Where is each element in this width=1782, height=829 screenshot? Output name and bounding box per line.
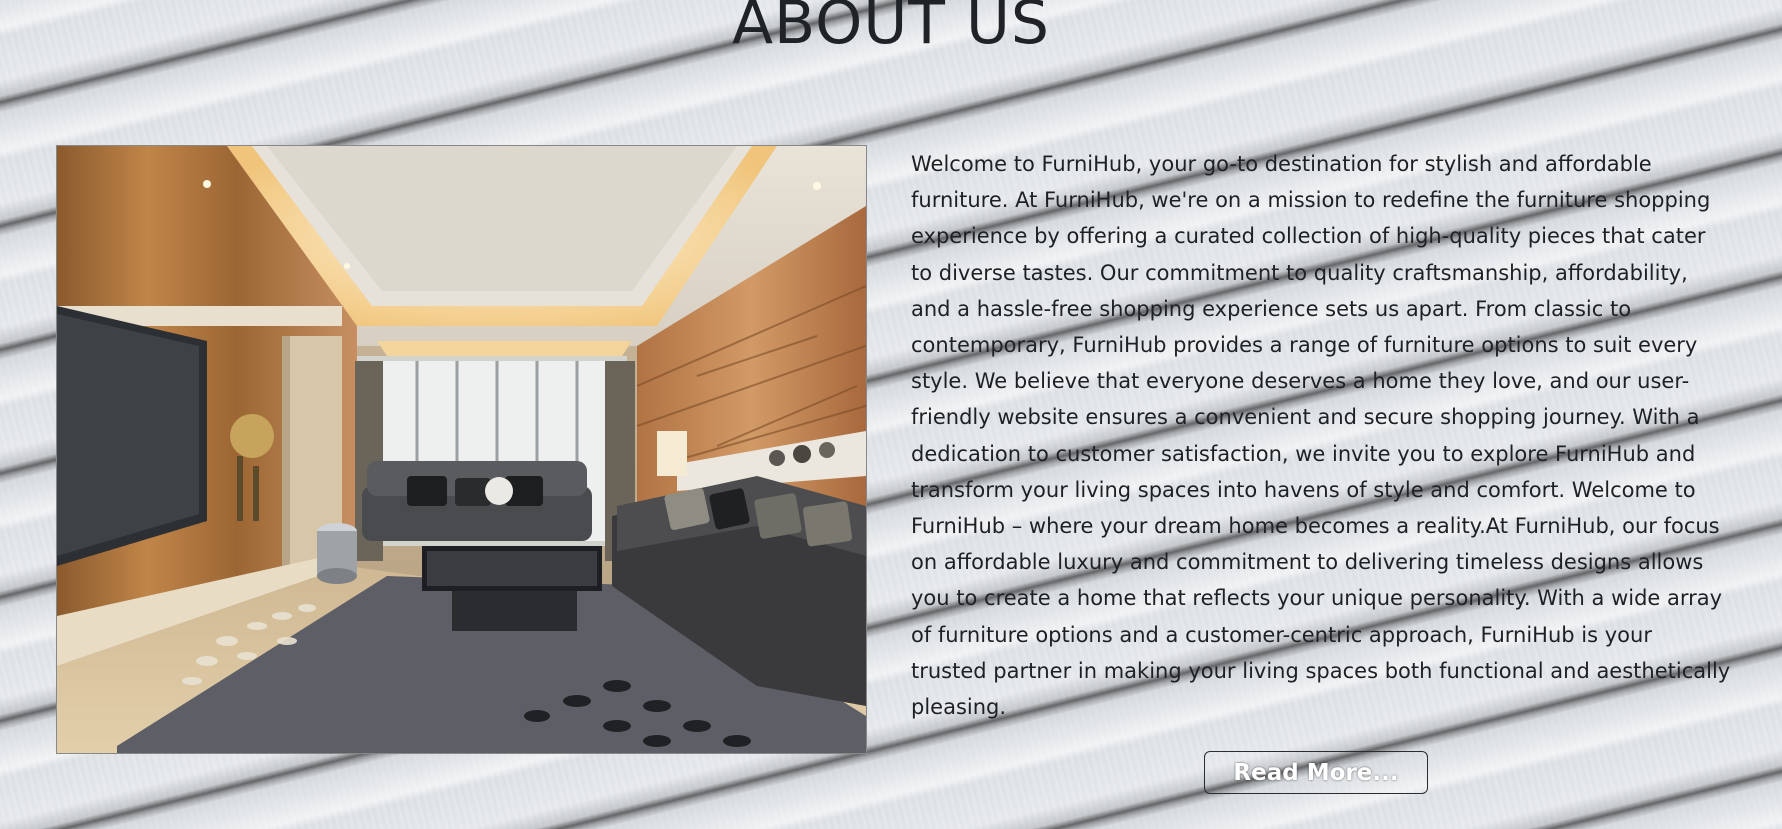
about-paragraph: Welcome to FurniHub, your go-to destinat… [911,152,1731,720]
about-section: ABOUT US Welcome to FurniHub, your go-to… [0,0,1782,829]
section-title: ABOUT US [731,0,1051,58]
living-room-illustration [57,146,866,753]
living-room-image [56,145,867,754]
read-more-button[interactable]: Read More... [1204,751,1428,794]
